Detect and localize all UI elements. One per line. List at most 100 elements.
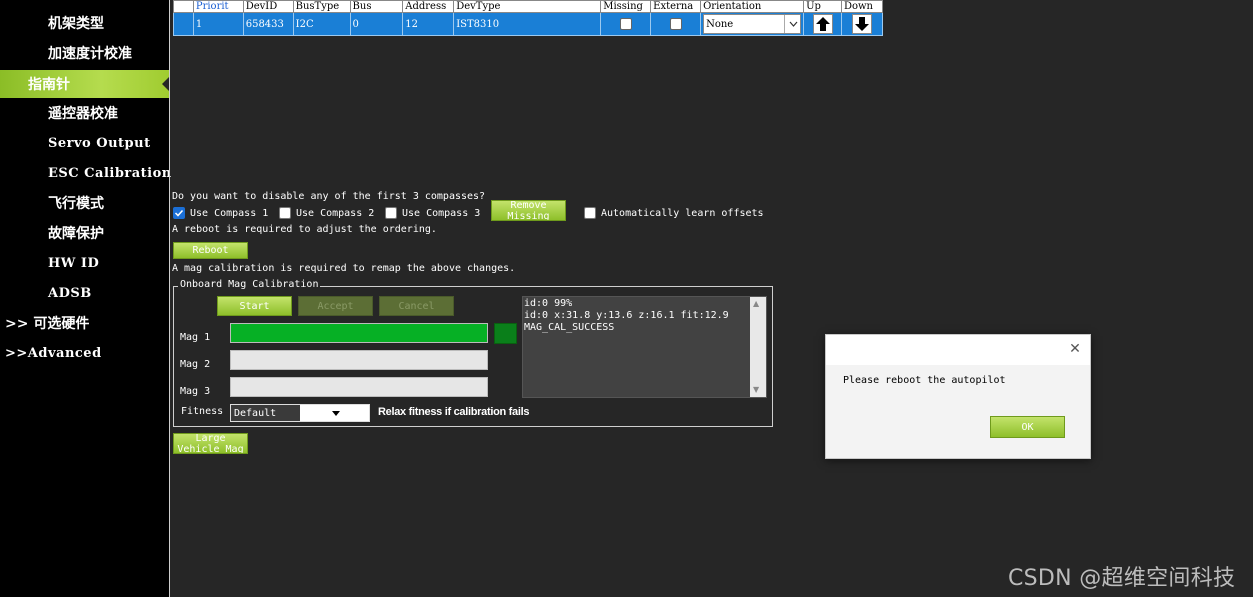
scroll-down-icon[interactable]: ▼ — [753, 385, 759, 394]
cell-priority: 1 — [192, 12, 244, 36]
calibration-log-textbox[interactable]: id:0 99% id:0 x:31.8 y:13.6 z:16.1 fit:12… — [522, 296, 767, 398]
checkbox-unchecked-icon[interactable] — [584, 207, 596, 219]
remove-missing-button[interactable]: Remove Missing — [491, 200, 566, 221]
column-header-missing[interactable]: Missing — [600, 0, 652, 13]
large-vehicle-mag-button[interactable]: Large Vehicle Mag — [173, 433, 248, 454]
mag3-progress-bar — [230, 377, 488, 397]
move-up-button[interactable] — [812, 13, 833, 34]
use-compass-3-label: Use Compass 3 — [402, 207, 481, 219]
checkbox-unchecked-icon[interactable] — [279, 207, 291, 219]
table-header-row: Priorit DevID BusType Bus Address DevTyp… — [173, 0, 884, 13]
sidebar-item-hw-id[interactable]: HW ID — [0, 249, 169, 277]
column-header-devid[interactable]: DevID — [242, 0, 294, 13]
reboot-button[interactable]: Reboot — [173, 242, 248, 259]
mag2-label: Mag 2 — [180, 359, 211, 370]
reboot-dialog: ✕ Please reboot the autopilot OK — [825, 334, 1091, 459]
mag1-status-indicator — [494, 323, 517, 344]
cell-bustype: I2C — [292, 12, 351, 36]
ok-button[interactable]: OK — [990, 416, 1065, 438]
accept-button[interactable]: Accept — [298, 296, 373, 316]
mag1-label: Mag 1 — [180, 332, 211, 343]
column-header-address[interactable]: Address — [402, 0, 455, 13]
fitness-value: Default — [234, 407, 277, 419]
sidebar-item-accel-calibration[interactable]: 加速度计校准 — [0, 39, 169, 67]
external-checkbox[interactable] — [669, 18, 682, 30]
column-header-priority[interactable]: Priorit — [192, 0, 244, 13]
up-arrow-icon — [815, 16, 830, 31]
cell-bus: 0 — [349, 12, 404, 36]
sidebar-item-failsafe[interactable]: 故障保护 — [0, 219, 169, 247]
sidebar-item-esc-calibration[interactable]: ESC Calibration — [0, 159, 172, 187]
sidebar-item-frame-type[interactable]: 机架类型 — [0, 9, 169, 37]
fitness-select[interactable]: Default — [230, 404, 370, 422]
cell-orientation: None — [700, 12, 805, 36]
down-arrow-icon — [854, 16, 869, 31]
cell-external — [650, 12, 702, 36]
cell-address: 12 — [402, 12, 455, 36]
log-line: id:0 99% — [524, 298, 573, 309]
start-button[interactable]: Start — [217, 296, 292, 316]
column-header-bustype[interactable]: BusType — [292, 0, 351, 13]
column-header-down[interactable]: Down — [840, 0, 884, 13]
use-compass-3-checkbox[interactable]: Use Compass 3 — [385, 207, 480, 219]
mag3-label: Mag 3 — [180, 386, 211, 397]
mag1-progress-bar — [230, 323, 488, 343]
column-header-up[interactable]: Up — [803, 0, 842, 13]
close-icon[interactable]: ✕ — [1068, 342, 1082, 356]
chevron-down-icon[interactable] — [300, 405, 369, 421]
onboard-mag-calibration-title: Onboard Mag Calibration — [178, 279, 321, 290]
cell-devtype: IST8310 — [453, 12, 602, 36]
column-header-orientation[interactable]: Orientation — [700, 0, 805, 13]
sidebar-item-label: HW ID — [48, 255, 100, 271]
sidebar-item-label: 加速度计校准 — [48, 46, 132, 62]
use-compass-2-checkbox[interactable]: Use Compass 2 — [279, 207, 374, 219]
mag-cal-note: A mag calibration is required to remap t… — [172, 263, 516, 274]
auto-learn-offsets-label: Automatically learn offsets — [601, 207, 764, 219]
use-compass-1-checkbox[interactable]: Use Compass 1 — [173, 207, 268, 219]
sidebar-item-label: ESC Calibration — [48, 165, 172, 181]
fitness-label: Fitness — [181, 406, 224, 417]
dialog-message: Please reboot the autopilot — [843, 375, 1006, 386]
use-compass-1-label: Use Compass 1 — [190, 207, 269, 219]
table-row[interactable]: 1 658433 I2C 0 12 IST8310 None — [173, 12, 884, 36]
checkbox-checked-icon[interactable] — [173, 207, 185, 219]
sidebar-item-label: 飞行模式 — [48, 196, 104, 212]
column-header-devtype[interactable]: DevType — [453, 0, 602, 13]
chevron-down-icon[interactable] — [784, 15, 800, 33]
watermark: CSDN @超维空间科技 — [1008, 566, 1236, 591]
move-down-button[interactable] — [851, 13, 872, 34]
mag1-progress-fill — [231, 324, 487, 342]
auto-learn-offsets-checkbox[interactable]: Automatically learn offsets — [584, 207, 764, 219]
column-header-external[interactable]: Externa — [650, 0, 702, 13]
sidebar-item-radio-calibration[interactable]: 遥控器校准 — [0, 99, 169, 127]
cell-down — [840, 12, 884, 36]
sidebar-item-label: >>Advanced — [5, 345, 102, 361]
sidebar-item-adsb[interactable]: ADSB — [0, 279, 169, 307]
sidebar-item-flight-modes[interactable]: 飞行模式 — [0, 189, 169, 217]
column-header-bus[interactable]: Bus — [349, 0, 404, 13]
sidebar-item-compass[interactable]: 指南针 — [0, 70, 170, 98]
sidebar-item-label: >> 可选硬件 — [5, 316, 90, 332]
log-line: MAG_CAL_SUCCESS — [524, 322, 615, 333]
checkbox-unchecked-icon[interactable] — [385, 207, 397, 219]
orientation-select[interactable]: None — [703, 14, 802, 34]
row-header-column — [173, 0, 194, 13]
calibration-log-text: id:0 99% id:0 x:31.8 y:13.6 z:16.1 fit:12… — [524, 298, 729, 334]
cell-missing — [600, 12, 652, 36]
sidebar-divider — [169, 0, 170, 597]
cancel-button[interactable]: Cancel — [379, 296, 454, 316]
scroll-up-icon[interactable]: ▲ — [753, 299, 759, 308]
sidebar: 机架类型 加速度计校准 指南针 遥控器校准 Servo Output ESC C… — [0, 0, 172, 597]
row-selector[interactable] — [173, 12, 194, 36]
cell-up — [803, 12, 842, 36]
orientation-value: None — [706, 18, 734, 30]
sidebar-item-label: 故障保护 — [48, 226, 104, 242]
missing-checkbox[interactable] — [619, 18, 632, 30]
mag2-progress-bar — [230, 350, 488, 370]
sidebar-item-servo-output[interactable]: Servo Output — [0, 129, 169, 157]
use-compass-2-label: Use Compass 2 — [296, 207, 375, 219]
dialog-titlebar — [826, 335, 1090, 365]
log-scrollbar[interactable]: ▲ ▼ — [750, 297, 766, 397]
sidebar-group-advanced[interactable]: >>Advanced — [0, 339, 169, 367]
sidebar-group-optional-hardware[interactable]: >> 可选硬件 — [0, 309, 169, 337]
